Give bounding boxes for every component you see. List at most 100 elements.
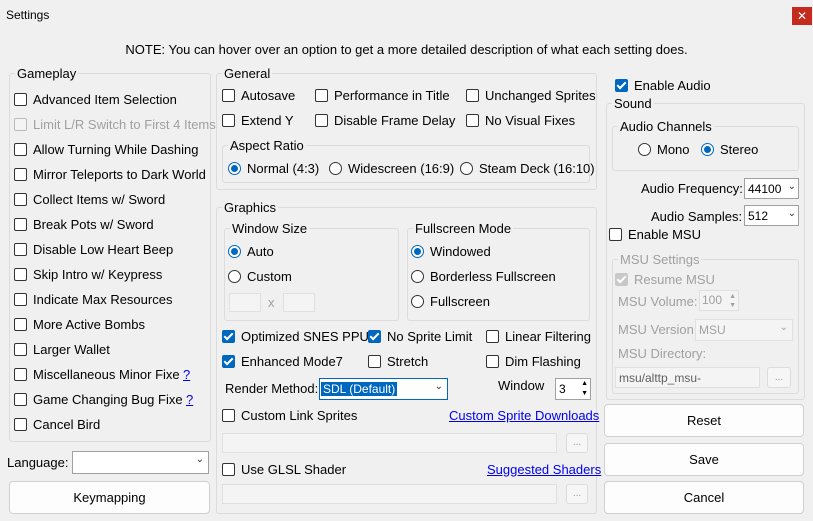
gameplay-item-label: Collect Items w/ Sword (33, 192, 166, 207)
window-auto-label: Auto (247, 244, 274, 259)
audio-frequency-select[interactable]: 44100 ⌄ (744, 178, 799, 199)
msu-version-label: MSU Version (618, 322, 694, 337)
spin-arrows-icon[interactable]: ▲ ▼ (729, 292, 736, 310)
fullscreen-borderless-label: Borderless Fullscreen (430, 269, 556, 284)
msu-volume-label: MSU Volume: (618, 294, 698, 309)
window-title: Settings (6, 8, 50, 22)
gameplay-checkbox[interactable] (14, 268, 27, 281)
gameplay-item-label: Larger Wallet (33, 342, 110, 357)
no-sprite-limit-checkbox[interactable] (368, 330, 381, 343)
resume-msu-label: Resume MSU (634, 272, 715, 287)
help-link[interactable]: ? (183, 367, 190, 382)
gameplay-item-label: Cancel Bird (33, 417, 101, 432)
gameplay-item-label: Break Pots w/ Sword (33, 217, 154, 232)
help-link[interactable]: ? (186, 392, 193, 407)
gameplay-checkbox[interactable] (14, 393, 27, 406)
window-custom-radio[interactable] (228, 270, 241, 283)
enable-msu-checkbox[interactable] (609, 228, 622, 241)
gameplay-checkbox[interactable] (14, 293, 27, 306)
gameplay-checkbox[interactable] (14, 318, 27, 331)
shader-browse-button[interactable]: ... (566, 484, 588, 504)
custom-sprite-downloads-link[interactable]: Custom Sprite Downloads (449, 408, 599, 423)
dim-flashing-checkbox[interactable] (486, 355, 499, 368)
custom-width-input[interactable] (229, 293, 261, 312)
keymapping-button[interactable]: Keymapping (9, 481, 210, 514)
gameplay-item-label: Skip Intro w/ Keypress (33, 267, 163, 282)
custom-x-label: x (268, 295, 275, 310)
aspect-normal-radio[interactable] (228, 162, 241, 175)
suggested-shaders-link[interactable]: Suggested Shaders (487, 462, 601, 477)
shader-path-input[interactable] (222, 484, 557, 504)
fullscreen-full-radio[interactable] (411, 295, 424, 308)
enable-audio-label: Enable Audio (634, 78, 711, 93)
sprite-browse-button[interactable]: ... (566, 433, 588, 453)
autosave-label: Autosave (241, 88, 296, 103)
audio-samples-value: 512 (748, 209, 769, 223)
gameplay-item-label: Disable Low Heart Beep (33, 242, 174, 257)
msu-directory-input[interactable]: msu/alttp_msu- (615, 367, 760, 388)
gameplay-checkbox[interactable] (14, 193, 27, 206)
gameplay-item-label: Miscellaneous Minor Fixe (33, 367, 180, 382)
aspect-normal-label: Normal (4:3) (247, 161, 320, 176)
stretch-checkbox[interactable] (368, 355, 381, 368)
no-visual-fixes-checkbox[interactable] (466, 114, 479, 127)
window-scale-spinbox[interactable]: 3 ▲ ▼ (555, 378, 591, 400)
msu-browse-button[interactable]: ... (767, 367, 791, 388)
save-button[interactable]: Save (604, 443, 804, 476)
gameplay-checkbox[interactable] (14, 118, 27, 131)
audio-samples-select[interactable]: 512 ⌄ (744, 205, 799, 226)
disable-frame-delay-label: Disable Frame Delay (334, 113, 456, 128)
fullscreen-windowed-label: Windowed (430, 244, 491, 259)
unchanged-sprites-checkbox[interactable] (466, 89, 479, 102)
chevron-down-icon: ⌄ (195, 454, 204, 465)
audio-frequency-value: 44100 (748, 182, 782, 196)
aspect-ratio-legend: Aspect Ratio (230, 138, 304, 153)
gameplay-checkbox[interactable] (14, 93, 27, 106)
msu-volume-spinbox[interactable]: 100 ▲ ▼ (699, 290, 739, 311)
extend-y-checkbox[interactable] (222, 114, 235, 127)
gameplay-item-label: More Active Bombs (33, 317, 145, 332)
enhanced-mode7-checkbox[interactable] (222, 355, 235, 368)
aspect-deck-radio[interactable] (460, 162, 473, 175)
gameplay-checkbox[interactable] (14, 143, 27, 156)
gameplay-checkbox[interactable] (14, 343, 27, 356)
custom-height-input[interactable] (283, 293, 315, 312)
fullscreen-borderless-radio[interactable] (411, 270, 424, 283)
cancel-button[interactable]: Cancel (604, 481, 804, 514)
audio-channels-legend: Audio Channels (620, 119, 712, 134)
gameplay-checkbox[interactable] (14, 243, 27, 256)
gameplay-checkbox[interactable] (14, 168, 27, 181)
msu-directory-label: MSU Directory: (618, 346, 707, 361)
sprite-path-input[interactable] (222, 433, 557, 453)
use-glsl-checkbox[interactable] (222, 463, 235, 476)
fullscreen-full-label: Fullscreen (430, 294, 490, 309)
gameplay-checkbox[interactable] (14, 368, 27, 381)
chevron-down-icon: ⌄ (779, 322, 788, 333)
language-select[interactable]: ⌄ (72, 451, 209, 474)
perf-title-label: Performance in Title (334, 88, 450, 103)
stereo-radio[interactable] (701, 143, 714, 156)
gameplay-checkbox[interactable] (14, 418, 27, 431)
reset-button[interactable]: Reset (604, 404, 804, 437)
perf-title-checkbox[interactable] (315, 89, 328, 102)
optimized-ppu-checkbox[interactable] (222, 330, 235, 343)
gameplay-item-label: Advanced Item Selection (33, 92, 177, 107)
enable-msu-label: Enable MSU (628, 227, 701, 242)
render-method-select[interactable]: SDL (Default) ⌄ (319, 378, 448, 400)
mono-radio[interactable] (638, 143, 651, 156)
resume-msu-checkbox[interactable] (615, 273, 628, 286)
fullscreen-windowed-radio[interactable] (411, 245, 424, 258)
msu-version-select[interactable]: MSU ⌄ (695, 319, 793, 341)
gameplay-checkbox[interactable] (14, 218, 27, 231)
close-icon[interactable]: ✕ (792, 7, 812, 25)
aspect-wide-radio[interactable] (329, 162, 342, 175)
custom-link-sprites-checkbox[interactable] (222, 409, 235, 422)
mono-label: Mono (657, 142, 690, 157)
disable-frame-delay-checkbox[interactable] (315, 114, 328, 127)
spin-arrows-icon[interactable]: ▲ ▼ (581, 379, 588, 399)
enable-audio-checkbox[interactable] (615, 79, 628, 92)
linear-filtering-checkbox[interactable] (486, 330, 499, 343)
stereo-label: Stereo (720, 142, 759, 157)
autosave-checkbox[interactable] (222, 89, 235, 102)
window-auto-radio[interactable] (228, 245, 241, 258)
